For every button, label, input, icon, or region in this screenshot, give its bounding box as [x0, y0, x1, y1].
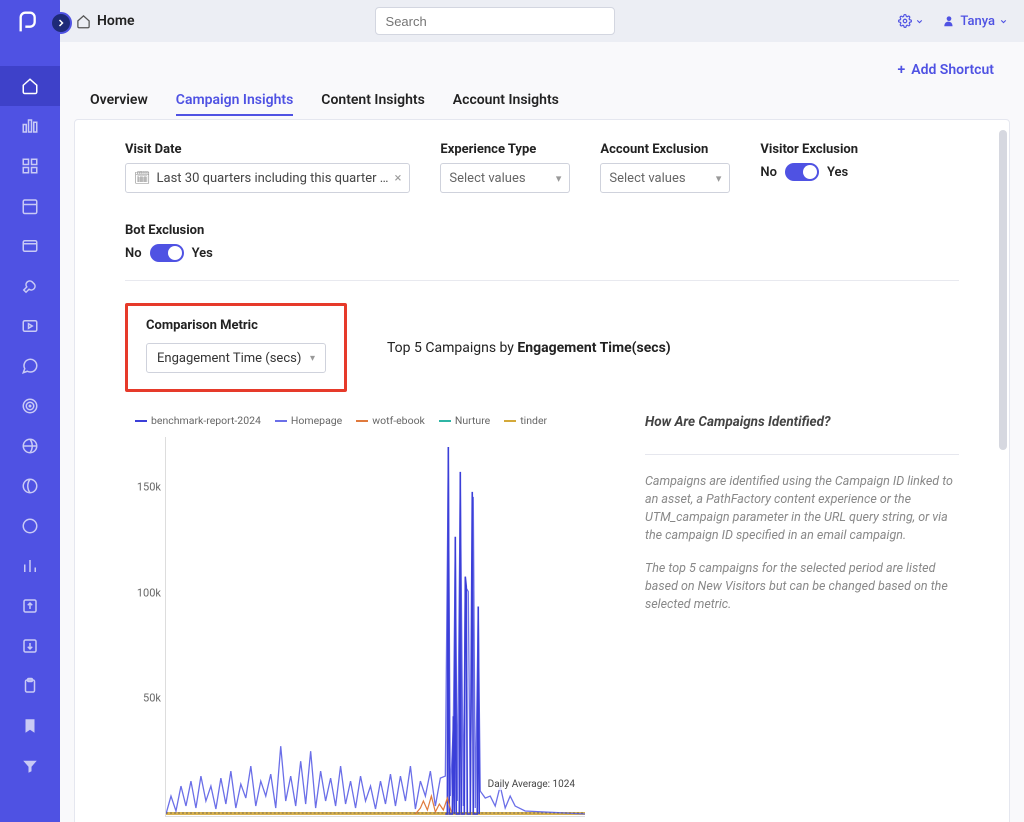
plus-icon: +	[898, 62, 906, 78]
visitor-exclusion-yes: Yes	[827, 165, 848, 180]
tab-campaign-insights[interactable]: Campaign Insights	[176, 86, 294, 116]
chevron-down-icon: ▾	[556, 172, 562, 185]
nav-calendar[interactable]	[0, 186, 60, 226]
user-name: Tanya	[960, 14, 995, 29]
filter-account-exclusion: Account Exclusion Select values ▾	[600, 142, 730, 193]
chart-svg	[166, 437, 585, 816]
chevron-down-icon: ▾	[716, 172, 722, 185]
sidebar-expand-button[interactable]	[50, 12, 72, 34]
experience-type-select[interactable]: Select values ▾	[440, 163, 570, 193]
filters-row: Visit Date 🗓 Last 30 quarters including …	[125, 142, 959, 281]
filter-visit-date: Visit Date 🗓 Last 30 quarters including …	[125, 142, 410, 193]
account-exclusion-select[interactable]: Select values ▾	[600, 163, 730, 193]
nav-media[interactable]	[0, 306, 60, 346]
experience-type-placeholder: Select values	[449, 171, 525, 186]
nav-window[interactable]	[0, 226, 60, 266]
clear-visit-date[interactable]: ×	[394, 171, 401, 186]
y-tick: 100k	[137, 586, 161, 599]
comparison-metric-value: Engagement Time (secs)	[157, 351, 301, 366]
bot-exclusion-no: No	[125, 246, 142, 261]
chart-title: Top 5 Campaigns by Engagement Time(secs)	[387, 340, 671, 356]
nav-target[interactable]	[0, 386, 60, 426]
search-input[interactable]	[375, 7, 615, 35]
info-column: How Are Campaigns Identified? Campaigns …	[645, 410, 959, 628]
nav-import[interactable]	[0, 626, 60, 666]
nav-globe2[interactable]	[0, 466, 60, 506]
comparison-metric-label: Comparison Metric	[146, 318, 326, 333]
user-icon	[942, 14, 956, 28]
visitor-exclusion-label: Visitor Exclusion	[760, 142, 858, 157]
main-content: + Add Shortcut Overview Campaign Insight…	[60, 42, 1024, 822]
sidebar	[0, 0, 60, 822]
home-icon	[76, 14, 91, 29]
filter-experience-type: Experience Type Select values ▾	[440, 142, 570, 193]
add-shortcut-label: Add Shortcut	[911, 62, 994, 78]
filter-visitor-exclusion: Visitor Exclusion No Yes	[760, 142, 858, 193]
chart-legend: benchmark-report-2024 Homepage wotf-eboo…	[135, 414, 605, 427]
tab-overview[interactable]: Overview	[90, 86, 148, 116]
info-paragraph: Campaigns are identified using the Campa…	[645, 473, 959, 546]
nav-bars[interactable]	[0, 546, 60, 586]
visit-date-label: Visit Date	[125, 142, 410, 157]
legend-item[interactable]: Nurture	[439, 414, 490, 427]
bot-exclusion-yes: Yes	[192, 246, 213, 261]
y-tick: 150k	[137, 481, 161, 494]
info-paragraph: The top 5 campaigns for the selected per…	[645, 560, 959, 614]
gear-icon	[898, 14, 912, 28]
nav-export[interactable]	[0, 586, 60, 626]
nav-bookmark[interactable]	[0, 706, 60, 746]
nav-grid[interactable]	[0, 146, 60, 186]
account-exclusion-label: Account Exclusion	[600, 142, 730, 157]
nav-globe1[interactable]	[0, 426, 60, 466]
visitor-exclusion-no: No	[760, 165, 777, 180]
legend-item[interactable]: benchmark-report-2024	[135, 414, 261, 427]
nav-chat[interactable]	[0, 346, 60, 386]
y-axis: 150k 100k 50k	[125, 437, 165, 817]
experience-type-label: Experience Type	[440, 142, 570, 157]
nav-home[interactable]	[0, 66, 60, 106]
search-container	[375, 7, 615, 35]
tab-content-insights[interactable]: Content Insights	[321, 86, 425, 116]
y-tick: 50k	[143, 692, 161, 705]
divider	[645, 454, 959, 455]
tabs: Overview Campaign Insights Content Insig…	[60, 86, 1024, 117]
nav-tools[interactable]	[0, 266, 60, 306]
bot-exclusion-label: Bot Exclusion	[125, 223, 213, 238]
add-shortcut-button[interactable]: + Add Shortcut	[898, 62, 994, 78]
account-exclusion-placeholder: Select values	[609, 171, 685, 186]
breadcrumb-label: Home	[97, 13, 135, 29]
chevron-down-icon: ▾	[310, 353, 315, 364]
panel-scrollbar[interactable]	[999, 130, 1007, 450]
insights-panel: Visit Date 🗓 Last 30 quarters including …	[74, 119, 1010, 822]
info-heading: How Are Campaigns Identified?	[645, 414, 959, 430]
top-bar: Home Tanya	[60, 0, 1024, 42]
nav-analytics[interactable]	[0, 106, 60, 146]
plot-area: Daily Average: 1024	[165, 437, 585, 817]
chart-area: 150k 100k 50k	[125, 437, 585, 822]
legend-item[interactable]: Homepage	[275, 414, 342, 427]
daily-average-label: Daily Average: 1024	[488, 779, 575, 790]
legend-item[interactable]: wotf-ebook	[356, 414, 425, 427]
chevron-down-icon	[999, 17, 1008, 26]
visit-date-value: Last 30 quarters including this quarter …	[157, 171, 389, 186]
app-logo	[16, 8, 44, 36]
comparison-metric-highlight: Comparison Metric Engagement Time (secs)…	[125, 303, 347, 392]
chart-column: benchmark-report-2024 Homepage wotf-eboo…	[125, 410, 605, 822]
nav-clipboard[interactable]	[0, 666, 60, 706]
settings-dropdown[interactable]	[898, 14, 924, 28]
bot-exclusion-toggle[interactable]	[150, 244, 184, 262]
comparison-metric-select[interactable]: Engagement Time (secs) ▾	[146, 343, 326, 373]
nav-filter[interactable]	[0, 746, 60, 786]
calendar-icon: 🗓	[134, 171, 151, 186]
visit-date-select[interactable]: 🗓 Last 30 quarters including this quarte…	[125, 163, 410, 193]
breadcrumb: Home	[76, 13, 135, 29]
filter-bot-exclusion: Bot Exclusion No Yes	[125, 223, 213, 262]
chevron-down-icon	[915, 17, 924, 26]
tab-account-insights[interactable]: Account Insights	[453, 86, 559, 116]
legend-item[interactable]: tinder	[504, 414, 547, 427]
visitor-exclusion-toggle[interactable]	[785, 163, 819, 181]
user-menu[interactable]: Tanya	[942, 14, 1008, 29]
nav-globe3[interactable]	[0, 506, 60, 546]
